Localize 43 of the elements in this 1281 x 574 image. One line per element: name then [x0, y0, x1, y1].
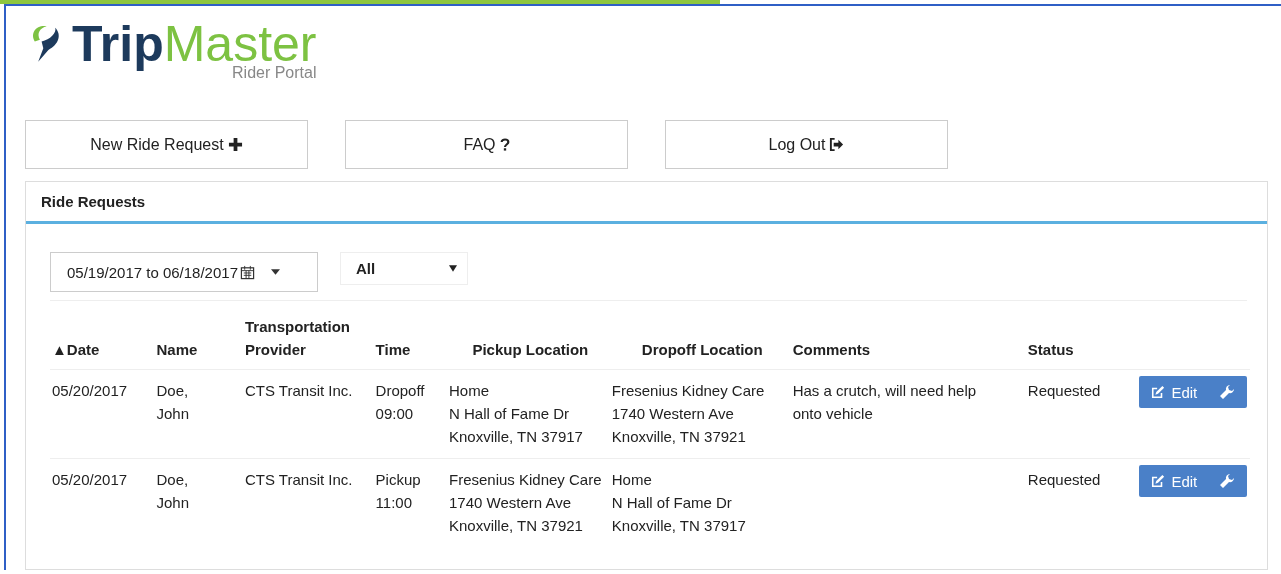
dropoff-cell-text: Fresenius Kidney Care 1740 Western Ave Knoxville, TN 37921	[611, 381, 765, 447]
dropoff-cell-text: Home N Hall of Fame Dr Knoxville, TN 37917	[611, 470, 746, 536]
calendar-icon	[240, 264, 255, 280]
new-ride-request-button[interactable]: New Ride Request	[25, 120, 308, 169]
provider-cell-text: CTS Transit Inc.	[244, 381, 353, 401]
panel-title: Ride Requests	[41, 193, 146, 210]
date-range-picker[interactable]: 05/19/2017 to 06/18/2017	[50, 252, 318, 292]
status-cell-text: Requested	[1027, 381, 1101, 401]
logout-icon	[829, 137, 845, 152]
comments-cell-text: Has a crutch, will need help onto vehicle	[792, 381, 978, 424]
provider-cell-text: CTS Transit Inc.	[244, 470, 353, 490]
column-header[interactable]: Pickup Location	[448, 305, 612, 370]
pickup-cell-text: Home N Hall of Fame Dr Knoxville, TN 37917	[448, 381, 583, 447]
logo-subtitle: Rider Portal	[231, 64, 317, 82]
date-cell-text: 05/20/2017	[52, 381, 128, 401]
edit-button[interactable]: Edit	[1139, 465, 1248, 497]
wrench-icon	[1219, 473, 1236, 489]
status-cell-text: Requested	[1027, 470, 1101, 490]
column-header[interactable]: Name	[156, 305, 245, 370]
wrench-icon	[1219, 384, 1236, 400]
date-cell-text: 05/20/2017	[52, 470, 128, 490]
status-filter-dropdown[interactable]: All	[340, 252, 468, 285]
column-header[interactable]: Time	[375, 305, 449, 370]
time-cell-text: Pickup 11:00	[375, 470, 421, 513]
plus-icon	[227, 137, 243, 152]
edit-button[interactable]: Edit	[1139, 376, 1248, 408]
name-cell-text: Doe, John	[156, 381, 190, 424]
column-header[interactable]: Comments	[792, 305, 1028, 370]
question-icon	[499, 137, 510, 152]
edit-icon	[1151, 385, 1166, 399]
log-out-button[interactable]: Log Out	[665, 120, 948, 169]
column-header[interactable]: Status	[1027, 305, 1140, 370]
column-header[interactable]: ▲Date	[50, 305, 157, 370]
edit-icon	[1151, 474, 1166, 488]
column-header[interactable]: Dropoff Location	[611, 305, 793, 370]
faq-button[interactable]: FAQ	[345, 120, 628, 169]
name-cell-text: Doe, John	[156, 470, 190, 513]
caret-icon	[271, 269, 280, 275]
time-cell-text: Dropoff 09:00	[375, 381, 425, 424]
logo-wordmark: Trip	[72, 16, 164, 72]
pickup-cell-text: Fresenius Kidney Care 1740 Western Ave Knoxville, TN 37921	[448, 470, 602, 536]
caret-icon	[449, 265, 457, 272]
column-header[interactable]: Transportation Provider	[244, 305, 376, 370]
